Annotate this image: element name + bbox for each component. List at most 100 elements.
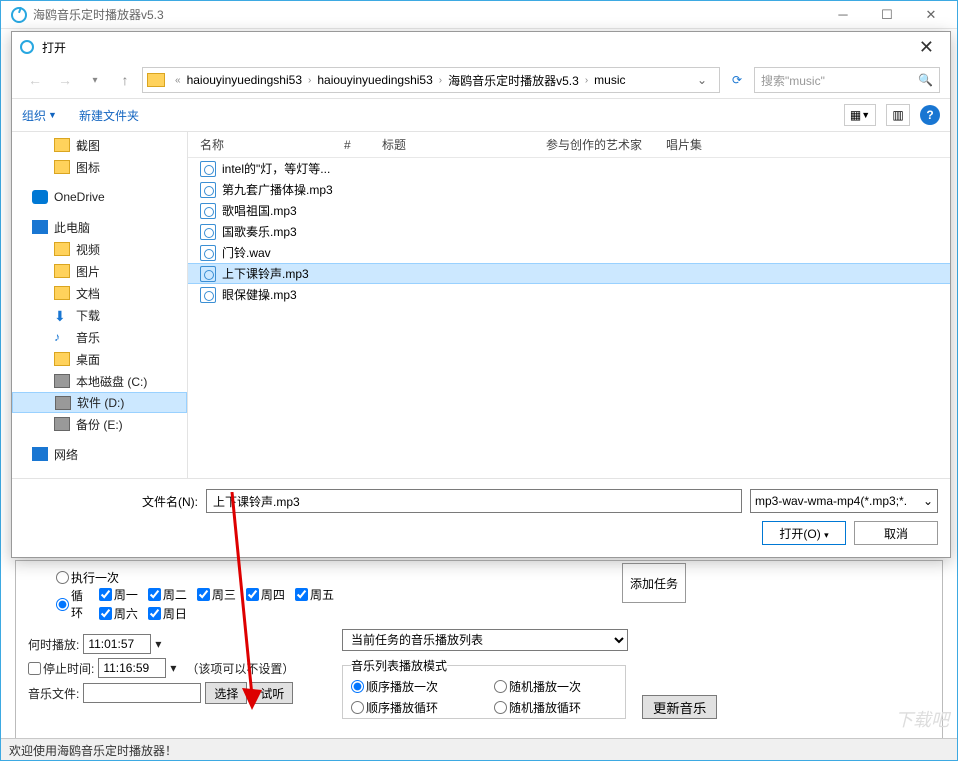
weekday-check[interactable]: 周五 [295,586,334,603]
nav-up-button[interactable]: ↑ [112,67,138,93]
stop-time-check[interactable] [28,662,41,675]
weekday-check[interactable]: 周二 [148,586,187,603]
tree-item[interactable]: 文档 [12,282,187,304]
filename-label: 文件名(N): [142,493,198,510]
seq-once-radio[interactable]: 顺序播放一次 [351,678,474,695]
music-file-label: 音乐文件: [28,685,79,702]
folder-icon [147,73,165,87]
stop-time-note: （该项可以不设置） [186,660,294,677]
seq-loop-radio[interactable]: 顺序播放循环 [351,699,474,716]
file-list: 名称 # 标题 参与创作的艺术家 唱片集 intel的"灯，等灯等...第九套广… [188,132,950,478]
audio-file-icon [200,224,216,240]
music-file-input[interactable] [83,683,201,703]
help-button[interactable]: ? [920,105,940,125]
view-mode-button[interactable]: ▦▼ [844,104,876,126]
tree-item[interactable]: 图片 [12,260,187,282]
weekday-check[interactable]: 周一 [99,586,138,603]
task-settings-panel: 执行一次 循环 周一周二周三周四周五周六周日 何时播放: ▾ 停止时间: ▾ （… [15,560,943,739]
playmode-legend: 音乐列表播放模式 [351,657,447,674]
main-titlebar: 海鸥音乐定时播放器v5.3 ─ ☐ ✕ [1,1,957,29]
tree-item[interactable]: 本地磁盘 (C:) [12,370,187,392]
select-button[interactable]: 选择 [205,682,247,704]
stop-time-input[interactable] [98,658,166,678]
col-album[interactable]: 唱片集 [666,136,938,153]
col-artist[interactable]: 参与创作的艺术家 [546,136,666,153]
status-bar: 欢迎使用海鸥音乐定时播放器！ [1,738,957,760]
tree-item[interactable]: 此电脑 [12,216,187,238]
add-task-button[interactable]: 添加任务 [622,563,686,603]
tree-item[interactable]: OneDrive [12,186,187,208]
dialog-close-button[interactable]: ✕ [911,37,942,58]
breadcrumb[interactable]: « haiouyinyuedingshi53› haiouyinyuedings… [142,67,720,93]
organize-menu[interactable]: 组织 ▼ [22,107,57,124]
audio-file-icon [200,245,216,261]
audio-file-icon [200,161,216,177]
weekday-check[interactable]: 周四 [246,586,285,603]
close-button[interactable]: ✕ [909,2,953,28]
tree-item[interactable]: 软件 (D:) [12,392,187,413]
weekday-check[interactable]: 周六 [99,605,138,622]
tree-item[interactable]: 备份 (E:) [12,413,187,435]
dialog-icon [20,40,34,54]
tree-item[interactable]: ♪音乐 [12,326,187,348]
file-row[interactable]: 第九套广播体操.mp3 [188,179,950,200]
col-title[interactable]: 标题 [382,136,546,153]
dialog-toolbar: 组织 ▼ 新建文件夹 ▦▼ ▥ ? [12,98,950,132]
tree-item[interactable]: 视频 [12,238,187,260]
stop-time-label: 停止时间: [43,660,94,677]
refresh-button[interactable]: ⟳ [724,67,750,93]
play-time-input[interactable] [83,634,151,654]
weekday-checks: 周一周二周三周四周五周六周日 [99,586,348,622]
nav-forward-button[interactable]: → [52,67,78,93]
play-time-label: 何时播放: [28,636,79,653]
audio-file-icon [200,182,216,198]
tree-item[interactable]: 网络 [12,443,187,465]
preview-button[interactable]: 试听 [251,682,293,704]
file-list-header: 名称 # 标题 参与创作的艺术家 唱片集 [188,132,950,158]
app-icon [11,7,27,23]
file-row[interactable]: 门铃.wav [188,242,950,263]
new-folder-button[interactable]: 新建文件夹 [79,107,139,124]
rand-once-radio[interactable]: 随机播放一次 [494,678,617,695]
col-num[interactable]: # [344,138,382,152]
playlist-select[interactable]: 当前任务的音乐播放列表 [342,629,628,651]
loop-radio[interactable]: 循环 [56,586,95,622]
file-row[interactable]: 上下课铃声.mp3 [188,263,950,284]
open-button[interactable]: 打开(O) ▾ [762,521,846,545]
weekday-check[interactable]: 周日 [148,605,187,622]
watermark: 下载吧 [895,706,949,732]
cancel-button[interactable]: 取消 [854,521,938,545]
search-icon: 🔍 [918,73,933,87]
dialog-sidebar: 截图图标 OneDrive 此电脑视频图片文档⬇下载♪音乐桌面本地磁盘 (C:)软件… [12,132,188,478]
nav-recent-button[interactable]: ▾ [82,67,108,93]
preview-pane-button[interactable]: ▥ [886,104,910,126]
audio-file-icon [200,266,216,282]
filetype-select[interactable]: mp3-wav-wma-mp4(*.mp3;*.⌄ [750,489,938,513]
file-row[interactable]: 国歌奏乐.mp3 [188,221,950,242]
dialog-navbar: ← → ▾ ↑ « haiouyinyuedingshi53› haiouyin… [12,62,950,98]
col-name[interactable]: 名称 [200,136,344,153]
tree-item[interactable]: ⬇下载 [12,304,187,326]
search-input[interactable]: 搜索"music" 🔍 [754,67,940,93]
minimize-button[interactable]: ─ [821,2,865,28]
update-music-button[interactable]: 更新音乐 [642,695,717,719]
app-title: 海鸥音乐定时播放器v5.3 [33,6,164,23]
file-open-dialog: 打开 ✕ ← → ▾ ↑ « haiouyinyuedingshi53› hai… [11,31,951,558]
file-row[interactable]: 歌唱祖国.mp3 [188,200,950,221]
nav-back-button[interactable]: ← [22,67,48,93]
tree-item[interactable]: 截图 [12,134,187,156]
tree-item[interactable]: 桌面 [12,348,187,370]
rand-loop-radio[interactable]: 随机播放循环 [494,699,617,716]
tree-item[interactable]: 图标 [12,156,187,178]
maximize-button[interactable]: ☐ [865,2,909,28]
file-row[interactable]: intel的"灯，等灯等... [188,158,950,179]
audio-file-icon [200,203,216,219]
file-row[interactable]: 眼保健操.mp3 [188,284,950,305]
dialog-footer: 文件名(N): mp3-wav-wma-mp4(*.mp3;*.⌄ 打开(O) … [12,478,950,557]
weekday-check[interactable]: 周三 [197,586,236,603]
filename-input[interactable] [206,489,742,513]
breadcrumb-dropdown-icon[interactable]: ⌄ [697,73,715,87]
dialog-title: 打开 [42,39,66,56]
audio-file-icon [200,287,216,303]
exec-once-radio[interactable]: 执行一次 [56,569,119,586]
